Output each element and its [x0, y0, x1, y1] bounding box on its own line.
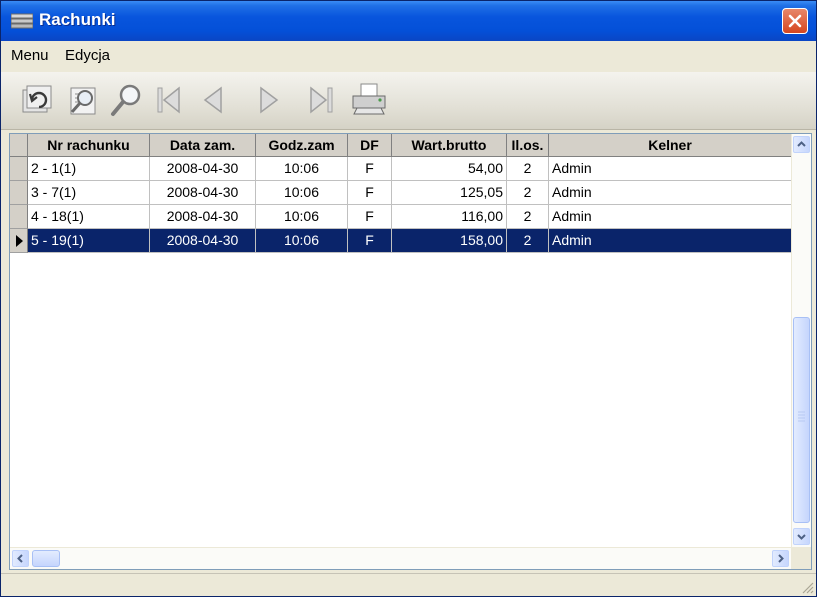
- scroll-down-button[interactable]: [793, 528, 810, 545]
- menu-bar: Menu Edycja: [1, 41, 816, 71]
- column-header-df[interactable]: DF: [348, 134, 392, 157]
- search-icon: [111, 84, 141, 116]
- close-icon: [788, 14, 802, 28]
- refresh-button[interactable]: [17, 80, 57, 120]
- status-bar: [1, 573, 816, 596]
- cell-nr-rachunku: 2 - 1(1): [28, 157, 150, 181]
- previous-record-icon: [203, 86, 222, 114]
- first-record-icon: [157, 86, 180, 114]
- cell-data-zam: 2008-04-30: [150, 229, 256, 253]
- cell-data-zam: 2008-04-30: [150, 157, 256, 181]
- table-row[interactable]: 2 - 1(1) 2008-04-30 10:06 F 54,00 2 Admi…: [10, 157, 792, 181]
- cell-df: F: [348, 205, 392, 229]
- window-title: Rachunki: [39, 10, 116, 29]
- refresh-icon: [22, 85, 52, 113]
- scroll-up-button[interactable]: [793, 136, 810, 153]
- cell-df: F: [348, 157, 392, 181]
- horizontal-scroll-thumb[interactable]: [32, 550, 60, 567]
- cell-kelner: Admin: [549, 205, 792, 229]
- title-bar[interactable]: Rachunki: [1, 1, 816, 41]
- rachunki-window: Rachunki Menu Edycja Nr rachunku Data za…: [0, 0, 817, 597]
- row-indicator[interactable]: [10, 181, 28, 205]
- cell-data-zam: 2008-04-30: [150, 205, 256, 229]
- previous-record-button[interactable]: [193, 80, 233, 120]
- cell-wart-brutto: 125,05: [392, 181, 507, 205]
- row-indicator[interactable]: [10, 157, 28, 181]
- table-row[interactable]: 4 - 18(1) 2008-04-30 10:06 F 116,00 2 Ad…: [10, 205, 792, 229]
- scroll-left-button[interactable]: [12, 550, 29, 567]
- first-record-button[interactable]: [149, 80, 189, 120]
- resize-grip-icon[interactable]: [800, 580, 814, 594]
- close-button[interactable]: [782, 8, 808, 34]
- current-row-arrow-icon: [16, 235, 23, 247]
- cell-kelner: Admin: [549, 157, 792, 181]
- scroll-right-button[interactable]: [772, 550, 789, 567]
- cell-df: F: [348, 181, 392, 205]
- cell-godz-zam: 10:06: [256, 181, 348, 205]
- last-record-icon: [310, 86, 333, 114]
- row-indicator[interactable]: [10, 229, 28, 253]
- column-header-nr-rachunku[interactable]: Nr rachunku: [28, 134, 150, 157]
- cell-il-os: 2: [507, 205, 549, 229]
- cell-nr-rachunku: 4 - 18(1): [28, 205, 150, 229]
- cell-godz-zam: 10:06: [256, 205, 348, 229]
- last-record-button[interactable]: [301, 80, 341, 120]
- chevron-down-icon: [797, 534, 806, 540]
- scrollbar-corner: [791, 547, 811, 569]
- column-header-kelner[interactable]: Kelner: [549, 134, 792, 157]
- row-indicator[interactable]: [10, 205, 28, 229]
- chevron-right-icon: [778, 554, 784, 563]
- column-header-data-zam[interactable]: Data zam.: [150, 134, 256, 157]
- cell-data-zam: 2008-04-30: [150, 181, 256, 205]
- cell-kelner: Admin: [549, 229, 792, 253]
- cell-wart-brutto: 54,00: [392, 157, 507, 181]
- column-header-wart-brutto[interactable]: Wart.brutto: [392, 134, 507, 157]
- next-record-button[interactable]: [249, 80, 289, 120]
- cell-il-os: 2: [507, 157, 549, 181]
- cell-godz-zam: 10:06: [256, 157, 348, 181]
- vertical-scroll-thumb[interactable]: [793, 317, 810, 523]
- preview-icon: [70, 87, 96, 115]
- table-icon: [11, 13, 33, 29]
- horizontal-scrollbar[interactable]: [10, 547, 792, 569]
- chevron-up-icon: [797, 141, 806, 147]
- print-button[interactable]: [349, 80, 389, 120]
- vertical-scrollbar[interactable]: [791, 134, 811, 548]
- cell-nr-rachunku: 5 - 19(1): [28, 229, 150, 253]
- grid-indicator-header: [10, 134, 28, 157]
- bills-grid[interactable]: Nr rachunku Data zam. Godz.zam DF Wart.b…: [9, 133, 812, 570]
- search-button[interactable]: [107, 80, 147, 120]
- chevron-left-icon: [17, 554, 23, 563]
- cell-il-os: 2: [507, 229, 549, 253]
- table-row[interactable]: 3 - 7(1) 2008-04-30 10:06 F 125,05 2 Adm…: [10, 181, 792, 205]
- table-row-selected[interactable]: 5 - 19(1) 2008-04-30 10:06 F 158,00 2 Ad…: [10, 229, 792, 253]
- column-header-godz-zam[interactable]: Godz.zam: [256, 134, 348, 157]
- cell-wart-brutto: 116,00: [392, 205, 507, 229]
- menu-edycja[interactable]: Edycja: [65, 47, 110, 64]
- next-record-icon: [260, 86, 279, 114]
- cell-godz-zam: 10:06: [256, 229, 348, 253]
- cell-wart-brutto: 158,00: [392, 229, 507, 253]
- cell-df: F: [348, 229, 392, 253]
- toolbar: [1, 72, 816, 130]
- print-icon: [352, 83, 386, 115]
- preview-button[interactable]: [63, 80, 103, 120]
- cell-il-os: 2: [507, 181, 549, 205]
- menu-menu[interactable]: Menu: [11, 47, 49, 64]
- column-header-il-os[interactable]: Il.os.: [507, 134, 549, 157]
- cell-kelner: Admin: [549, 181, 792, 205]
- cell-nr-rachunku: 3 - 7(1): [28, 181, 150, 205]
- grip-lines-icon: [798, 411, 805, 422]
